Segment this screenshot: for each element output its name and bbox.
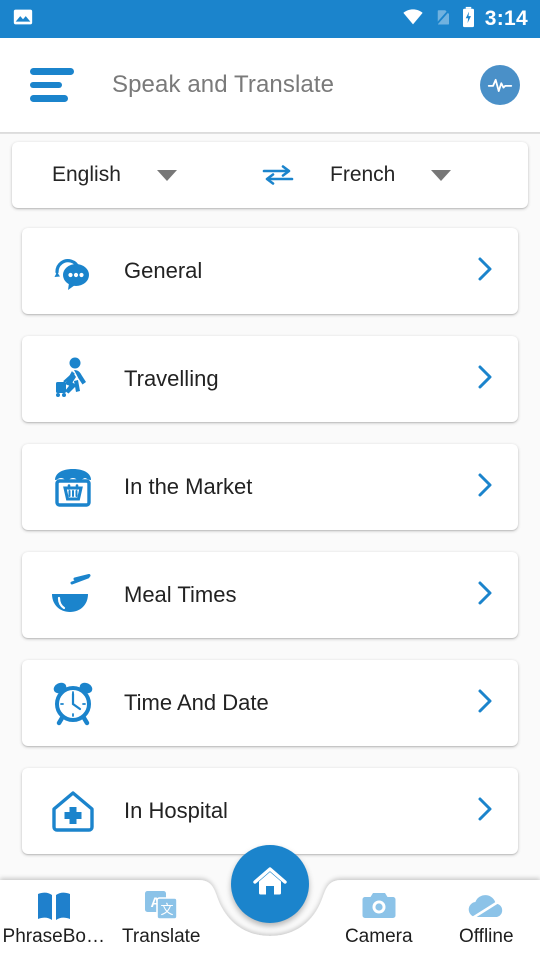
app-root: 3:14 Speak and Translate English French …	[0, 0, 540, 960]
hamburger-bar-2	[30, 81, 62, 89]
image-icon	[12, 6, 34, 33]
status-bar-left	[12, 6, 34, 33]
app-bar: Speak and Translate	[0, 38, 540, 132]
status-bar-clock: 3:14	[484, 7, 528, 30]
nav-label: Translate	[122, 926, 201, 947]
home-fab-button[interactable]	[231, 845, 309, 923]
hamburger-bar-1	[30, 68, 74, 75]
svg-text:文: 文	[161, 902, 174, 917]
alarm-clock-icon	[40, 678, 106, 728]
language-selector-card: English French	[12, 142, 528, 208]
category-row-in-the-market[interactable]: In the Market	[22, 444, 518, 530]
nav-label: Camera	[344, 926, 413, 947]
traveller-icon	[40, 353, 106, 405]
target-language-dropdown[interactable]: French	[306, 163, 528, 187]
hamburger-menu-icon[interactable]	[30, 68, 76, 103]
swap-horizontal-icon[interactable]	[250, 161, 306, 189]
bowl-chopsticks-icon	[40, 573, 106, 617]
nav-label: PhraseBo…	[2, 926, 105, 947]
page-title: Speak and Translate	[112, 71, 335, 98]
chevron-right-icon	[474, 470, 496, 505]
category-label: Meal Times	[124, 582, 237, 607]
translate-icon: A 文	[142, 884, 180, 922]
chevron-down-icon	[156, 169, 177, 181]
category-row-in-hospital[interactable]: In Hospital	[22, 768, 518, 854]
chat-bubbles-icon	[40, 248, 106, 294]
nav-item-phrasebook[interactable]: PhraseBo…	[0, 884, 108, 960]
source-language-dropdown[interactable]: English	[12, 163, 250, 187]
status-bar: 3:14	[0, 0, 540, 38]
category-row-time-and-date[interactable]: Time And Date	[22, 660, 518, 746]
nav-item-offline[interactable]: Offline	[433, 884, 540, 960]
chevron-right-icon	[474, 578, 496, 613]
source-language-label: English	[52, 163, 121, 186]
camera-icon	[360, 884, 398, 922]
nav-item-translate[interactable]: A 文 Translate	[108, 884, 216, 960]
battery-charging-icon	[461, 6, 476, 33]
chevron-right-icon	[474, 254, 496, 289]
category-list: General Travelling In the Market Meal Ti…	[0, 208, 540, 854]
hamburger-bar-3	[30, 95, 68, 103]
category-label: In Hospital	[124, 798, 228, 823]
target-language-label: French	[330, 163, 396, 186]
category-label: In the Market	[124, 474, 253, 499]
chevron-right-icon	[474, 794, 496, 829]
category-label: Travelling	[124, 366, 219, 391]
category-label: General	[124, 258, 203, 283]
home-icon	[251, 864, 289, 905]
hospital-house-icon	[40, 788, 106, 834]
category-row-meal-times: Meal Times	[22, 552, 518, 638]
category-row-general[interactable]: General	[22, 228, 518, 314]
bottom-navigation-bar: PhraseBo… A 文 Translate Camera Offline	[0, 845, 540, 960]
chevron-down-icon	[431, 169, 452, 181]
sim-card-off-icon	[434, 6, 452, 33]
nav-label: Offline	[458, 926, 514, 947]
nav-item-camera[interactable]: Camera	[325, 884, 433, 960]
voice-pulse-icon[interactable]	[480, 65, 520, 105]
main-content: English French General Travelling In the…	[0, 134, 540, 860]
status-bar-right: 3:14	[401, 6, 528, 33]
cloud-offline-icon	[465, 884, 507, 922]
store-basket-icon	[40, 463, 106, 511]
chevron-right-icon	[474, 362, 496, 397]
open-book-icon	[34, 884, 74, 922]
chevron-right-icon	[474, 686, 496, 721]
wifi-icon	[401, 6, 425, 33]
category-row-travelling[interactable]: Travelling	[22, 336, 518, 422]
category-label: Time And Date	[124, 690, 269, 715]
nav-fab-spacer	[215, 948, 325, 960]
